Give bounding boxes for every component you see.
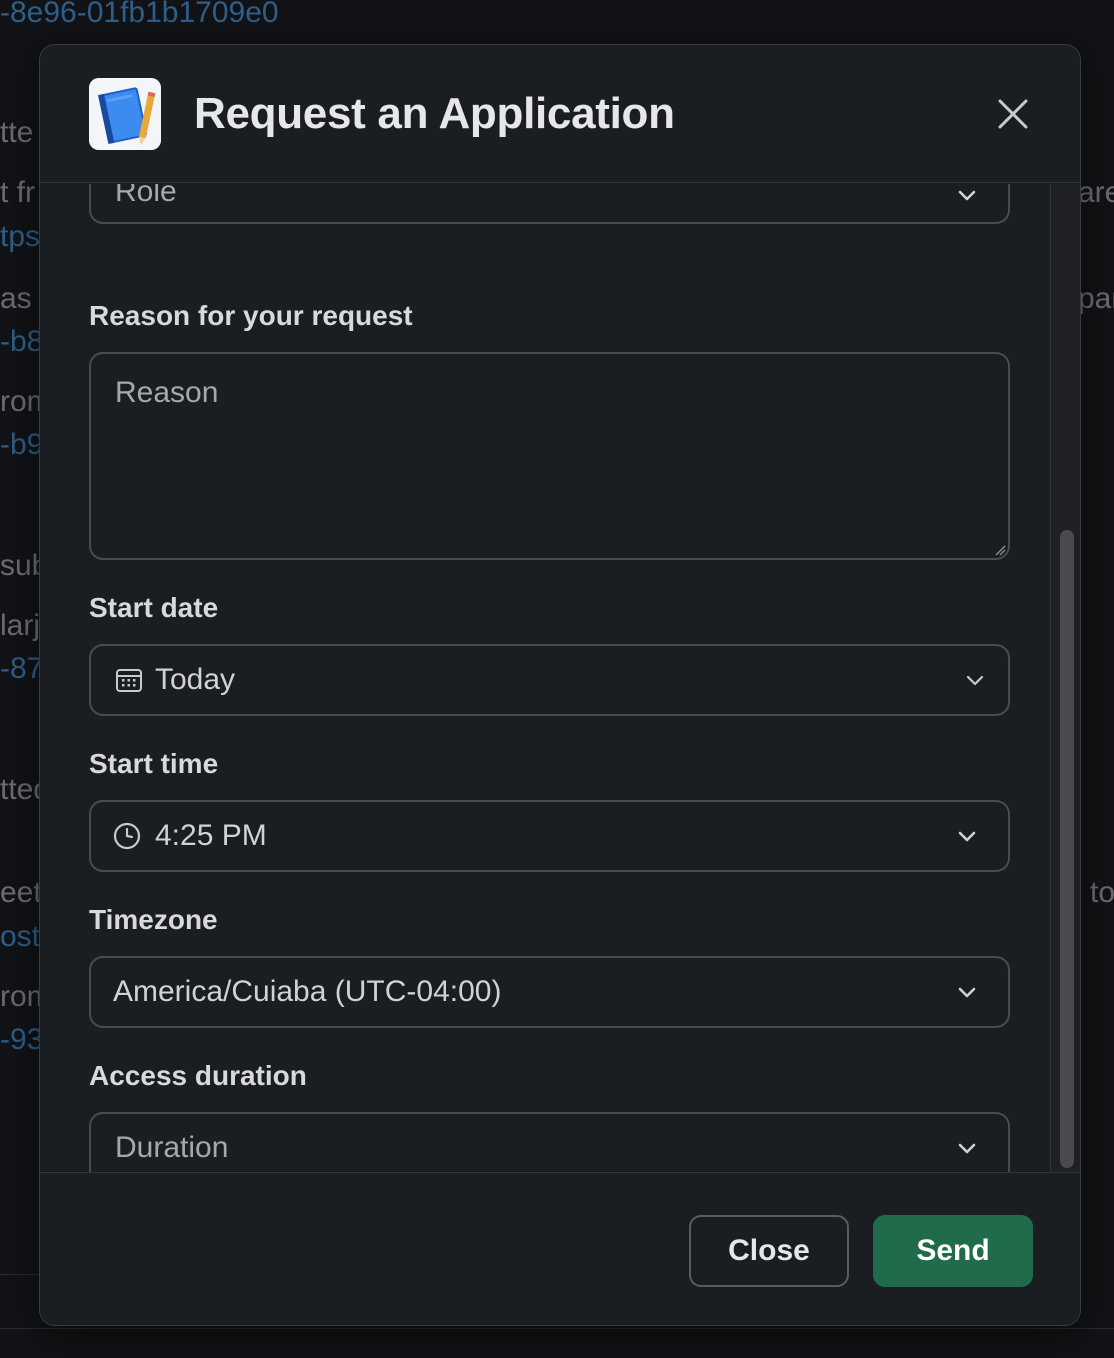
modal-body: Role Reason for your request Start date: [40, 184, 1080, 1172]
start-date-label: Start date: [89, 592, 219, 623]
start-time-value: 4:25 PM: [155, 819, 267, 852]
start-date-picker[interactable]: Today: [89, 644, 1010, 716]
bg-text: tps: [0, 220, 41, 253]
duration-select[interactable]: Duration: [89, 1112, 1010, 1172]
modal-footer: Close Send: [40, 1172, 1080, 1325]
reason-textarea[interactable]: [89, 352, 1010, 560]
chevron-down-icon: [958, 190, 976, 201]
bg-text: are: [1078, 176, 1114, 209]
modal-header: Request an Application: [40, 45, 1080, 183]
chevron-down-icon: [958, 1143, 976, 1154]
duration-placeholder: Duration: [115, 1131, 229, 1164]
close-button[interactable]: Close: [689, 1215, 849, 1287]
timezone-label: Timezone: [89, 904, 218, 935]
bg-text: t fr: [0, 176, 35, 209]
bg-text: eet: [0, 876, 42, 909]
bg-text: par: [1078, 282, 1114, 315]
clock-icon: [113, 822, 141, 850]
start-time-label: Start time: [89, 748, 219, 779]
close-icon[interactable]: [994, 95, 1032, 133]
bg-text: -87: [0, 652, 44, 685]
bg-text: tte: [0, 116, 34, 149]
timezone-value: America/Cuiaba (UTC-04:00): [113, 975, 502, 1008]
start-date-value: Today: [155, 663, 236, 696]
send-button[interactable]: Send: [873, 1215, 1033, 1287]
bg-text: larj: [0, 609, 41, 642]
role-select[interactable]: Role: [89, 184, 1010, 224]
resize-handle-icon[interactable]: [994, 544, 1006, 556]
chevron-down-icon: [958, 987, 976, 998]
bg-text: -8e96-01fb1b1709e0: [0, 0, 279, 29]
bg-divider: [0, 1328, 1114, 1329]
start-time-picker[interactable]: 4:25 PM: [89, 800, 1010, 872]
request-application-modal: Request an Application Role Reason for y…: [39, 44, 1081, 1326]
reason-label: Reason for your request: [89, 300, 413, 331]
access-duration-label: Access duration: [89, 1060, 307, 1091]
role-select-value: Role: [115, 184, 177, 209]
bg-text: -93: [0, 1023, 44, 1056]
scrollbar-track[interactable]: [1050, 184, 1080, 1172]
chevron-down-icon: [966, 675, 984, 686]
chevron-down-icon: [958, 831, 976, 842]
calendar-icon: [116, 669, 142, 692]
modal-title: Request an Application: [194, 89, 675, 138]
bg-divider: [0, 1274, 40, 1275]
scrollbar-thumb[interactable]: [1060, 530, 1074, 1168]
bg-text: -b9: [0, 428, 44, 461]
timezone-select[interactable]: America/Cuiaba (UTC-04:00): [89, 956, 1010, 1028]
bg-text: -b8: [0, 325, 44, 358]
bg-text: to: [1090, 876, 1114, 909]
notebook-icon: [89, 78, 161, 150]
